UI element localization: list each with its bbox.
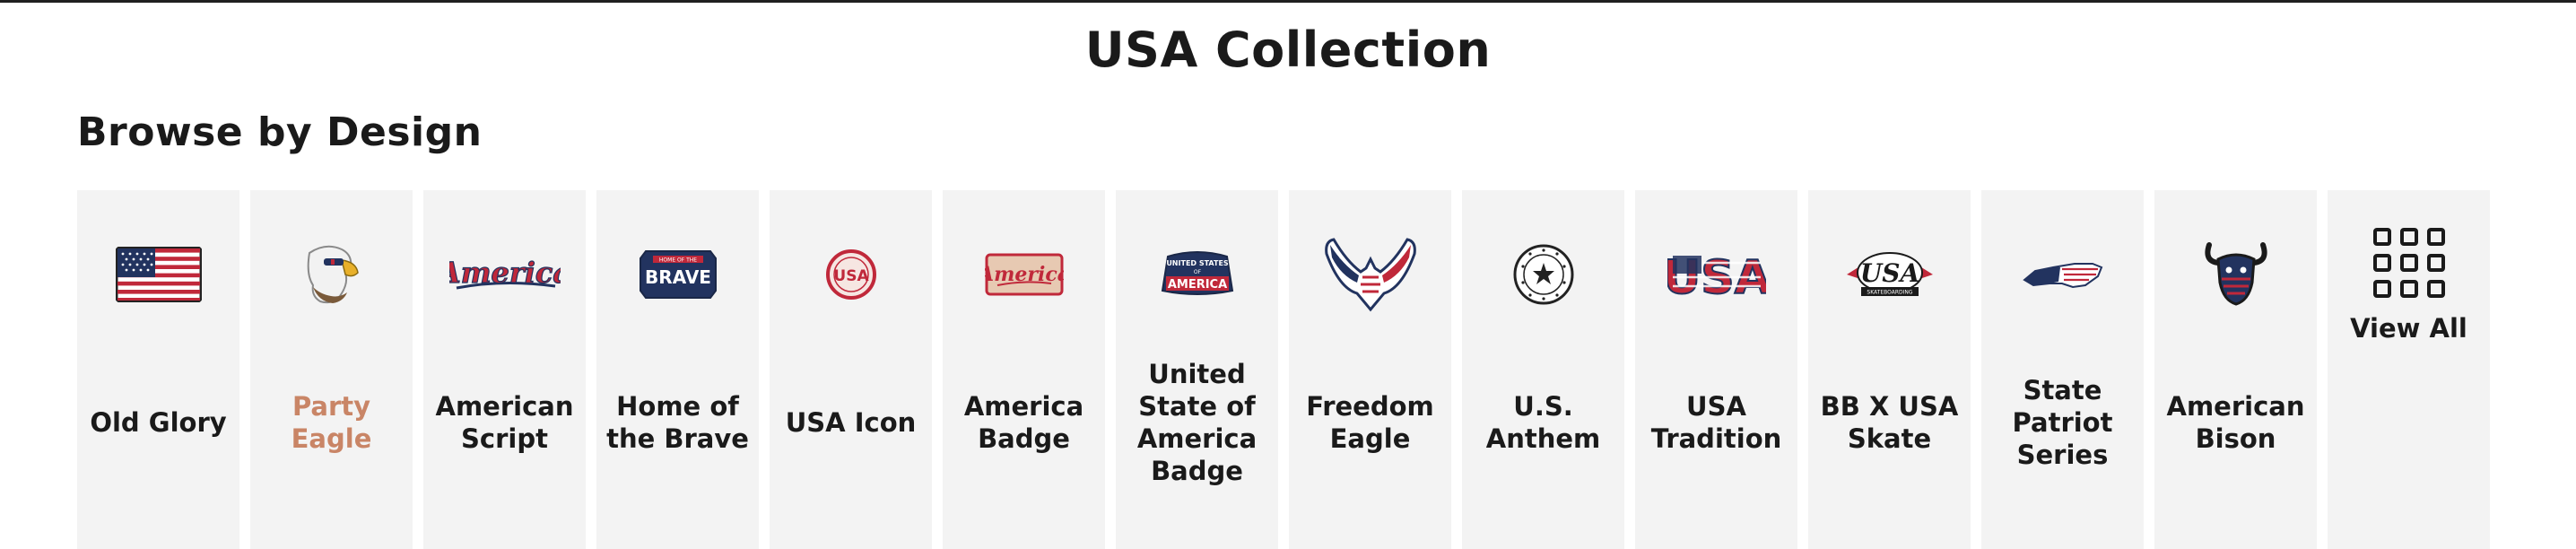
design-label: State Patriot Series: [2012, 375, 2113, 470]
design-tile-american-script[interactable]: America American Script: [423, 190, 586, 549]
design-label: USA Icon: [785, 407, 917, 438]
icon-text: HOME OF THE: [658, 257, 696, 264]
icon-text: USA: [1859, 258, 1919, 288]
grid-icon: [2351, 222, 2467, 303]
usa-banner-badge-icon: UNITED STATES OF AMERICA: [1139, 231, 1256, 318]
design-label: USA Tradition: [1650, 391, 1782, 454]
view-all-label: View All: [2350, 313, 2467, 344]
america-script-icon: America: [447, 231, 563, 318]
design-label: Freedom Eagle: [1306, 391, 1434, 454]
design-grid: Old Glory Party Eagle America American S…: [77, 190, 2490, 549]
design-label: United State of America Badge: [1136, 359, 1258, 486]
design-tile-freedom-eagle[interactable]: Freedom Eagle: [1289, 190, 1451, 549]
us-flag-icon: [100, 231, 217, 318]
design-tile-america-badge[interactable]: America America Badge: [943, 190, 1105, 549]
design-tile-american-bison[interactable]: American Bison: [2154, 190, 2317, 549]
design-label: BB X USA Skate: [1820, 391, 1959, 454]
design-label: America Badge: [963, 391, 1084, 454]
usa-flag-letters-icon: USA: [1658, 231, 1775, 318]
design-label: American Bison: [2166, 391, 2305, 454]
design-tile-state-patriot-series[interactable]: State Patriot Series: [1981, 190, 2144, 549]
design-tile-party-eagle[interactable]: Party Eagle: [250, 190, 413, 549]
design-tile-us-anthem[interactable]: U.S. Anthem: [1462, 190, 1624, 549]
brave-badge-icon: HOME OF THE BRAVE: [620, 231, 736, 318]
top-border: [0, 0, 2576, 3]
design-tile-usa-icon[interactable]: USA USA Icon: [770, 190, 932, 549]
bison-skull-icon: [2178, 231, 2294, 318]
icon-text: OF: [1193, 269, 1201, 275]
design-tile-bb-x-usa-skate[interactable]: USA SKATEBOARDING BB X USA Skate: [1808, 190, 1971, 549]
design-label: Old Glory: [90, 407, 227, 438]
icon-text: SKATEBOARDING: [1867, 290, 1913, 296]
icon-text: America: [449, 256, 561, 290]
icon-text: AMERICA: [1167, 278, 1226, 292]
eagle-head-icon: [274, 231, 390, 318]
design-label: Party Eagle: [291, 391, 372, 454]
america-badge-icon: America: [966, 231, 1083, 318]
design-label: Home of the Brave: [606, 391, 749, 454]
icon-text: USA: [833, 267, 869, 285]
state-outline-icon: [2005, 231, 2121, 318]
page-title: USA Collection: [1084, 22, 1492, 78]
section-title: Browse by Design: [77, 109, 483, 155]
design-label: American Script: [435, 391, 574, 454]
design-label: U.S. Anthem: [1485, 391, 1601, 454]
design-tile-usa-tradition[interactable]: USA USA Tradition: [1635, 190, 1797, 549]
view-all-tile[interactable]: View All: [2328, 190, 2490, 549]
design-tile-home-of-the-brave[interactable]: HOME OF THE BRAVE Home of the Brave: [596, 190, 759, 549]
flag-eagle-icon: [1312, 231, 1429, 318]
icon-text: UNITED STATES: [1166, 259, 1229, 267]
design-tile-old-glory[interactable]: Old Glory: [77, 190, 239, 549]
design-tile-united-state-of-america-badge[interactable]: UNITED STATES OF AMERICA United State of…: [1116, 190, 1278, 549]
skate-logo-icon: USA SKATEBOARDING: [1832, 231, 1948, 318]
icon-text: BRAVE: [645, 266, 711, 288]
usa-circle-icon: USA: [793, 231, 909, 318]
anthem-seal-icon: [1485, 231, 1602, 318]
